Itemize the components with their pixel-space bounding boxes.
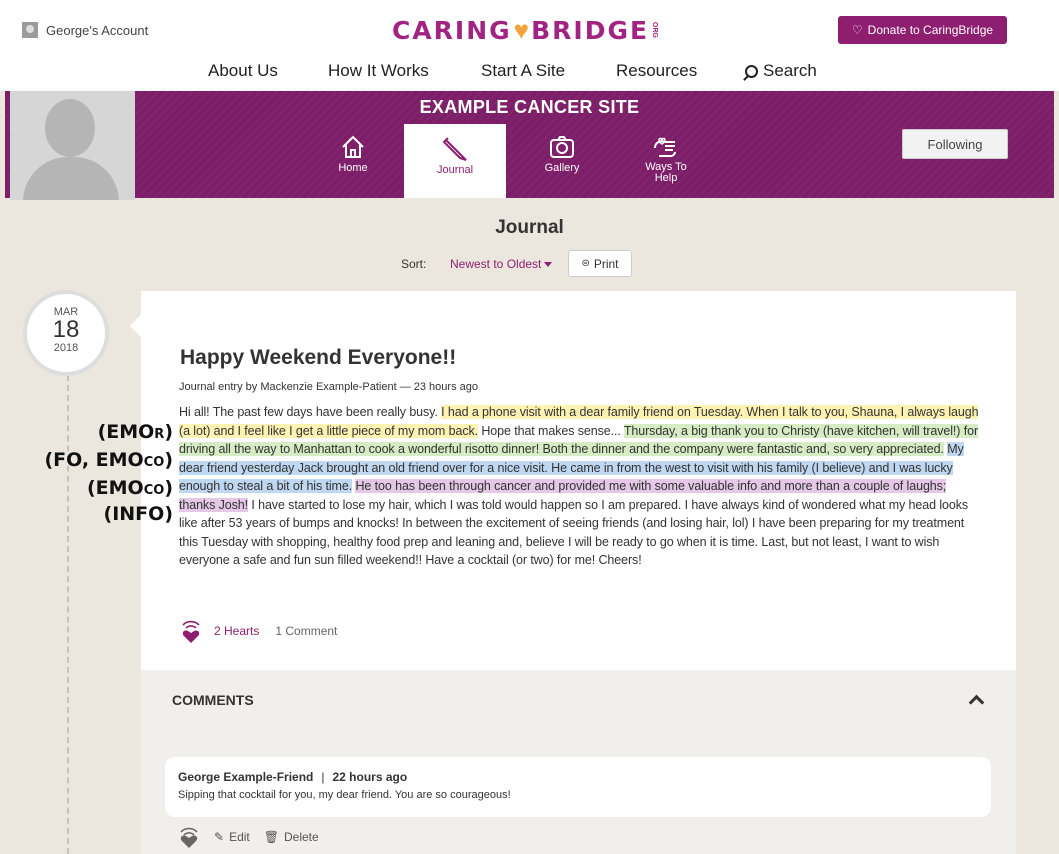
edit-comment-button[interactable]: ✎ Edit bbox=[214, 830, 250, 844]
delete-comment-button[interactable]: 🗑 Delete bbox=[264, 830, 319, 844]
print-button[interactable]: ⊜ Print bbox=[568, 250, 632, 277]
home-icon bbox=[342, 135, 364, 158]
comments-header[interactable] bbox=[141, 670, 1016, 730]
entry-date-badge: MAR 18 2018 bbox=[23, 290, 109, 376]
annotation-info: (INFO) bbox=[103, 503, 173, 525]
sort-value: Newest to Oldest bbox=[450, 257, 542, 271]
donate-button[interactable]: ♡ Donate to CaringBridge bbox=[838, 16, 1007, 44]
tab-gallery[interactable]: Gallery bbox=[527, 124, 597, 198]
search-icon bbox=[745, 65, 758, 78]
logo-text-left: CARING bbox=[391, 15, 512, 45]
logo-heart-icon: ♥ bbox=[513, 14, 530, 45]
nav-search[interactable]: Search bbox=[745, 61, 817, 81]
helping-hand-icon bbox=[654, 137, 676, 157]
date-day: 18 bbox=[52, 316, 80, 343]
trash-icon: 🗑 bbox=[263, 830, 279, 844]
logo-org-suffix: ORG bbox=[651, 22, 659, 38]
entry-title: Happy Weekend Everyone!! bbox=[180, 346, 457, 369]
entry-reactions: 2 Hearts 1 Comment bbox=[180, 618, 337, 644]
edit-label: Edit bbox=[229, 830, 250, 844]
following-button[interactable]: Following bbox=[902, 129, 1008, 159]
comment-card bbox=[165, 757, 991, 817]
nav-about-us[interactable]: About Us bbox=[208, 61, 278, 81]
caringbridge-logo[interactable]: CARING ♥ BRIDGE ORG bbox=[391, 8, 659, 52]
tab-ways-label-2: Help bbox=[654, 172, 678, 184]
annotation-emo-co: (EMOCO) bbox=[86, 477, 173, 499]
tab-journal[interactable]: Journal bbox=[404, 124, 506, 198]
heart-broadcast-icon[interactable] bbox=[178, 825, 200, 849]
body-text-1: Hi all! The past few days have been real… bbox=[179, 405, 442, 419]
date-year: 2018 bbox=[53, 342, 79, 354]
comment-author-line: George Example-Friend | 22 hours ago bbox=[178, 770, 408, 784]
account-menu[interactable]: George's Account bbox=[22, 22, 148, 38]
delete-label: Delete bbox=[283, 830, 319, 844]
comment-author[interactable]: George Example-Friend bbox=[178, 770, 313, 784]
sort-dropdown[interactable]: Newest to Oldest bbox=[450, 257, 553, 271]
entry-body: Hi all! The past few days have been real… bbox=[179, 403, 979, 570]
annotation-fo-emo-co: (FO, EMOCO) bbox=[44, 449, 173, 471]
account-avatar-icon bbox=[22, 22, 38, 38]
search-label: Search bbox=[763, 61, 817, 80]
body-text-2: Hope that makes sense... bbox=[478, 423, 624, 438]
hearts-count[interactable]: 2 Hearts bbox=[214, 624, 259, 638]
comment-text: Sipping that cocktail for you, my dear f… bbox=[178, 789, 511, 801]
caret-down-icon bbox=[544, 262, 553, 268]
comments-count[interactable]: 1 Comment bbox=[275, 624, 337, 638]
comment-actions: ✎ Edit 🗑 Delete bbox=[178, 825, 319, 849]
tab-gallery-label: Gallery bbox=[544, 162, 580, 174]
tab-home-label: Home bbox=[338, 162, 368, 174]
annotation-emo-r: (EMOR) bbox=[97, 421, 173, 443]
nav-resources[interactable]: Resources bbox=[616, 61, 697, 81]
account-label: George's Account bbox=[46, 22, 149, 38]
tab-ways-to-help[interactable]: Ways To Help bbox=[630, 124, 702, 198]
edit-icon: ✎ bbox=[214, 830, 225, 844]
body-text-3: I have started to lose my hair, which I … bbox=[179, 497, 969, 568]
tab-journal-label: Journal bbox=[436, 164, 474, 176]
tab-home[interactable]: Home bbox=[318, 124, 388, 198]
entry-meta: Journal entry by Mackenzie Example-Patie… bbox=[179, 381, 478, 393]
site-title: EXAMPLE CANCER SITE bbox=[419, 97, 640, 117]
journal-heading: Journal bbox=[495, 217, 564, 238]
logo-text-right: BRIDGE bbox=[531, 15, 650, 45]
timeline-line bbox=[67, 375, 69, 854]
nav-start-a-site[interactable]: Start A Site bbox=[481, 61, 565, 81]
donate-label: Donate to CaringBridge bbox=[867, 23, 994, 37]
main-nav: About Us How It Works Start A Site Resou… bbox=[0, 61, 1059, 85]
pencil-icon bbox=[442, 137, 467, 161]
nav-how-it-works[interactable]: How It Works bbox=[328, 61, 429, 81]
camera-icon bbox=[550, 136, 574, 158]
ribbon-icon: ♡ bbox=[851, 23, 863, 37]
printer-icon: ⊜ bbox=[581, 258, 590, 269]
sort-label: Sort: bbox=[401, 257, 427, 271]
print-label: Print bbox=[593, 256, 619, 271]
heart-broadcast-icon[interactable] bbox=[180, 618, 202, 644]
comments-title: COMMENTS bbox=[172, 692, 254, 708]
comment-time: 22 hours ago bbox=[332, 770, 408, 784]
